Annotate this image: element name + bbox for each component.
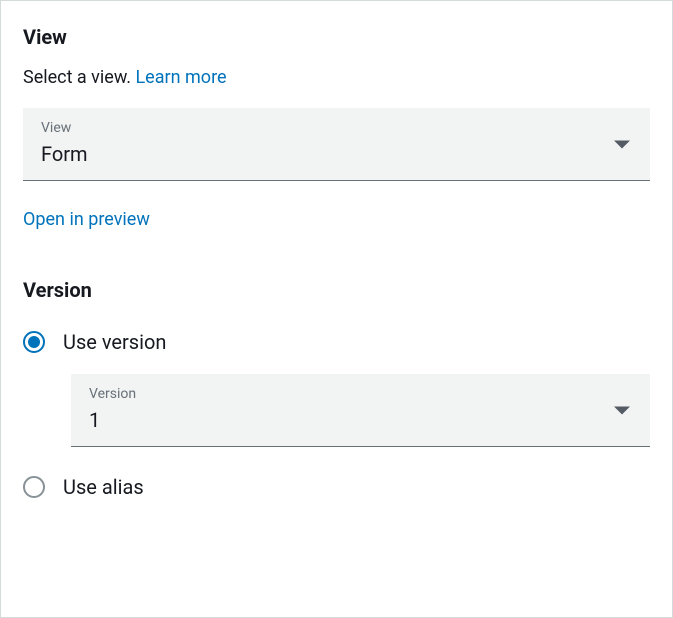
panel: View Select a view. Learn more View Form…	[0, 0, 673, 618]
version-select-label: Version	[89, 386, 632, 402]
view-subtitle: Select a view. Learn more	[23, 67, 650, 88]
version-section: Version Use version Version 1 Use alias	[23, 278, 650, 499]
open-in-preview-link[interactable]: Open in preview	[23, 209, 150, 230]
chevron-down-icon	[614, 135, 630, 154]
use-version-radio[interactable]	[23, 331, 45, 353]
use-alias-option[interactable]: Use alias	[23, 475, 650, 499]
version-select-value: 1	[89, 408, 632, 432]
view-subtitle-text: Select a view.	[23, 67, 135, 88]
learn-more-link[interactable]: Learn more	[135, 67, 226, 88]
view-title: View	[23, 25, 650, 49]
use-alias-radio[interactable]	[23, 476, 45, 498]
chevron-down-icon	[614, 401, 630, 420]
view-select-label: View	[41, 120, 632, 136]
version-options: Use version Version 1 Use alias	[23, 330, 650, 499]
version-select[interactable]: Version 1	[71, 374, 650, 447]
use-alias-label: Use alias	[63, 475, 144, 499]
version-title: Version	[23, 278, 650, 302]
view-select-value: Form	[41, 142, 632, 166]
view-section: View Select a view. Learn more View Form…	[23, 25, 650, 230]
view-select[interactable]: View Form	[23, 108, 650, 181]
use-version-option[interactable]: Use version	[23, 330, 650, 354]
use-version-label: Use version	[63, 330, 166, 354]
version-number-wrapper: Version 1	[71, 374, 650, 447]
